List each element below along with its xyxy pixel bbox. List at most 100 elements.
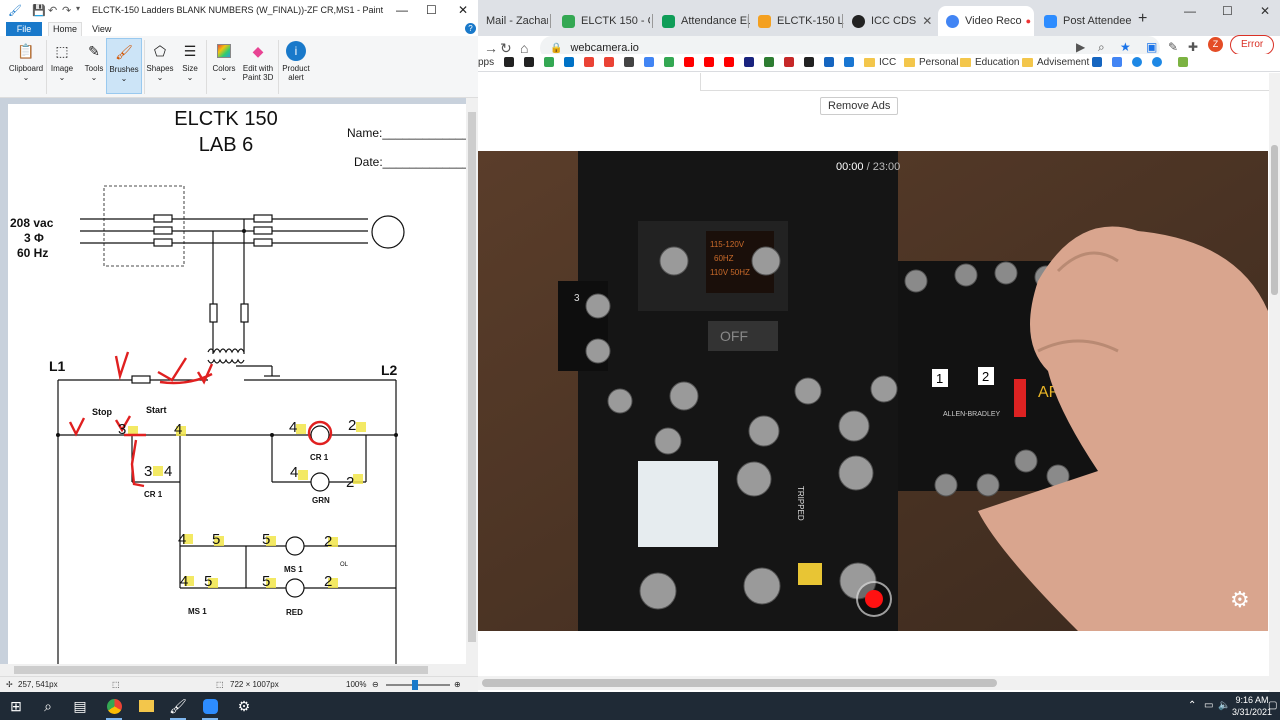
tab-ladders[interactable]: ELCTK-150 Lad ✕ [750,6,844,36]
horizontal-scrollbar[interactable] [478,676,1269,690]
minimize-button[interactable]: — [1184,4,1196,18]
scroll-thumb[interactable] [14,666,428,674]
error-button[interactable]: Error [1230,35,1275,55]
search-icon[interactable]: ⌕ [38,696,58,716]
extension-icon[interactable]: ▣ [1146,40,1157,54]
product-alert-button[interactable]: i Product alert [278,38,314,94]
bookmark-docs[interactable] [1112,57,1126,67]
clock-time: 9:16 AM [1235,695,1269,705]
paint-taskbar-icon[interactable]: 🖌 [168,696,188,720]
bookmark-site-10[interactable] [1152,57,1166,67]
scroll-thumb[interactable] [482,679,997,687]
bookmark-youtube-3[interactable] [724,57,738,67]
bookmark-apps[interactable]: pps [478,57,494,68]
customize-qat-icon[interactable]: ▾ [76,4,80,13]
profile-avatar[interactable]: Z [1208,37,1223,52]
image-group[interactable]: ⬚ Image ⌄ [44,38,80,94]
tab-video-recorder[interactable]: Video Reco ● ✕ [938,6,1034,36]
tab-mail[interactable]: Mail - Zachary ✕ [478,6,548,36]
windows-start-icon[interactable]: ⊞ [6,696,26,716]
record-button[interactable] [856,581,892,617]
tab-icc-cds[interactable]: ICC CDS ✕ [844,6,938,36]
brushes-group[interactable]: 🖌 Brushes ⌄ [106,38,142,94]
new-tab-button[interactable]: + [1138,10,1147,28]
zoom-slider-knob[interactable] [412,680,418,690]
tab-file[interactable]: File [6,22,42,36]
star-icon[interactable]: ★ [1120,40,1131,54]
bookmark-folder-education[interactable]: Education [960,57,1019,68]
clipboard-group[interactable]: 📋 Clipboard ⌄ [8,38,44,94]
bookmark-site-9[interactable] [1132,57,1146,67]
bookmark-google[interactable] [644,57,658,67]
notifications-icon[interactable]: ▢ [1268,700,1277,711]
tab-view[interactable]: View [92,24,111,34]
vertical-scrollbar[interactable] [1269,73,1280,692]
bookmark-site[interactable] [624,57,638,67]
close-icon[interactable]: ✕ [1031,14,1034,28]
bookmark-site-5[interactable] [804,57,818,67]
webcam-video[interactable]: 115-120V 60HZ 110V 50HZ OFF 3 TRIPPED 1 … [478,151,1268,631]
camera-icon[interactable]: ▶ [1076,40,1085,54]
bookmark-site-2[interactable] [744,57,758,67]
volume-icon[interactable]: 🔈 [1218,700,1230,711]
colors-group[interactable]: Colors ⌄ [206,38,242,94]
tab-home[interactable]: Home [48,22,83,36]
bookmark-site-8[interactable] [1092,57,1106,67]
bookmark-site-7[interactable] [844,57,858,67]
zoom-out-button[interactable]: ⊖ [372,680,379,689]
app-taskbar-icon[interactable]: ⚙ [234,696,254,716]
chrome-taskbar-icon[interactable] [104,696,124,720]
tray-overflow-icon[interactable]: ⌃ [1188,700,1196,711]
bookmark-site-11[interactable] [1178,57,1192,67]
bookmark-gdrive[interactable] [544,57,558,67]
drawing-canvas[interactable]: ELCTK 150 LAB 6 Name:_____________ Date:… [8,104,466,664]
bookmark-youtube-2[interactable] [704,57,718,67]
puzzle-icon[interactable]: ✚ [1188,40,1198,54]
close-window-button[interactable]: ✕ [1260,4,1270,18]
close-icon[interactable]: ✕ [1132,14,1133,28]
save-icon[interactable]: 💾 [32,4,46,17]
bookmark-gmail-2[interactable] [604,57,618,67]
help-icon[interactable]: ? [465,23,476,34]
task-view-icon[interactable]: ▤ [70,696,90,716]
zoom-taskbar-icon[interactable] [200,696,220,720]
redo-icon[interactable]: ↷ [62,4,71,17]
bookmark-folder-personal[interactable]: Personal [904,57,958,68]
bookmark-outlook[interactable] [564,57,578,67]
zoom-icon[interactable]: ⌕ [1098,40,1105,55]
system-clock[interactable]: 9:16 AM 3/31/2021 [1232,694,1272,718]
bookmark-site-4[interactable] [784,57,798,67]
tab-elctk150[interactable]: ELCTK 150 - Go ✕ [554,6,650,36]
maximize-button[interactable]: ☐ [426,3,437,17]
bookmark-gmail[interactable] [584,57,598,67]
tab-title: Post Attendee [1063,15,1132,27]
file-explorer-icon[interactable] [136,696,156,716]
bookmark-youtube[interactable] [684,57,698,67]
canvas-vertical-scrollbar[interactable] [466,98,478,664]
close-window-button[interactable]: ✕ [458,3,468,17]
tab-attendance[interactable]: Attendance ELC ✕ [654,6,750,36]
close-icon[interactable]: ✕ [916,14,932,28]
undo-icon[interactable]: ↶ [48,4,57,17]
bookmark-amazon[interactable] [504,57,518,67]
bookmark-site-3[interactable] [764,57,778,67]
bookmark-folder-advisement[interactable]: Advisement [1022,57,1089,68]
bookmark-site-6[interactable] [824,57,838,67]
scroll-thumb[interactable] [468,112,476,642]
size-group[interactable]: ☰ Size ⌄ [172,38,208,94]
brush-extension-icon[interactable]: ✎ [1168,40,1178,54]
remove-ads-button[interactable]: Remove Ads [820,97,899,115]
maximize-button[interactable]: ☐ [1222,4,1233,18]
scroll-thumb[interactable] [1271,145,1278,295]
minimize-button[interactable]: — [396,3,408,17]
paint3d-button[interactable]: ◆ Edit with Paint 3D [238,38,278,94]
tab-post-attendee[interactable]: Post Attendee ✕ [1036,6,1132,36]
bookmark-maps[interactable] [664,57,678,67]
gear-icon[interactable]: ⚙ [1230,587,1250,613]
bookmark-folder-icc[interactable]: ICC [864,57,896,68]
network-icon[interactable]: ▭ [1204,700,1213,711]
zoom-in-button[interactable]: ⊕ [454,680,461,689]
bookmark-amazon-2[interactable] [524,57,538,67]
canvas-horizontal-scrollbar[interactable] [0,664,478,676]
zoom-slider[interactable] [386,680,450,690]
